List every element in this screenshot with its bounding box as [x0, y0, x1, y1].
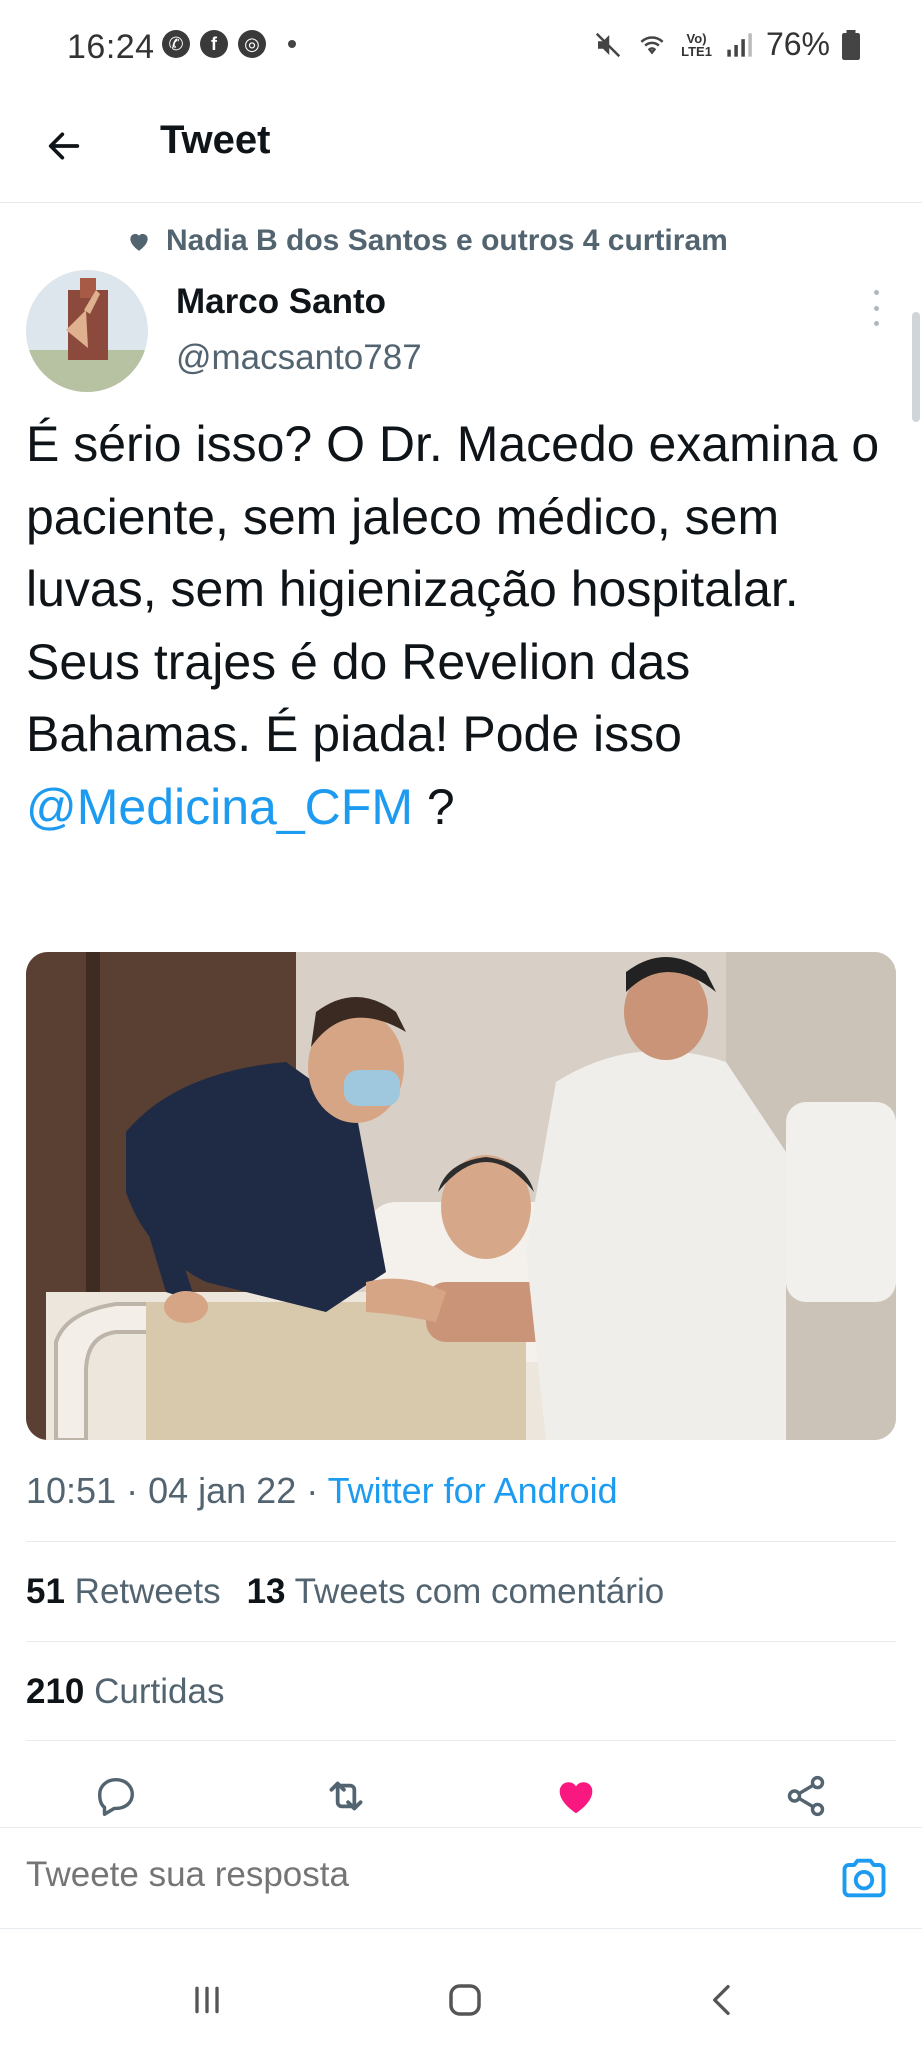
share-icon — [787, 1775, 825, 1817]
back-arrow-icon — [48, 132, 80, 160]
author-handle[interactable]: @macsanto787 — [176, 338, 422, 378]
top-app-bar: Tweet — [0, 100, 922, 203]
tweet-body: É sério isso? O Dr. Macedo examina o pac… — [26, 416, 880, 762]
signal-icon — [727, 32, 752, 57]
action-bar — [26, 1766, 896, 1826]
tweet-photo[interactable] — [26, 952, 896, 1440]
page-title: Tweet — [160, 118, 271, 162]
reply-button[interactable] — [86, 1766, 146, 1826]
retweet-button[interactable] — [316, 1766, 376, 1826]
home-button[interactable] — [430, 1970, 500, 2030]
social-context-label: Nadia B dos Santos e outros 4 curtiram — [166, 224, 728, 257]
likes-stat[interactable]: 210 Curtidas — [26, 1672, 224, 1712]
recents-icon — [195, 1986, 219, 2014]
tweet-body-end: ? — [412, 778, 455, 835]
back-nav-icon — [713, 1985, 730, 2015]
divider — [26, 1541, 896, 1542]
author-avatar[interactable] — [26, 270, 148, 392]
status-icons: Vo) LTE1 76% — [593, 26, 860, 63]
more-notifications-dot — [288, 40, 296, 48]
reply-input[interactable] — [26, 1850, 806, 1900]
status-time: 16:24 — [67, 28, 155, 66]
retweets-stat[interactable]: 51 Retweets — [26, 1572, 221, 1612]
camera-icon — [842, 1858, 886, 1898]
divider — [26, 1641, 896, 1642]
author-name[interactable]: Marco Santo — [176, 282, 386, 322]
facebook-icon: f — [200, 30, 228, 58]
heart-icon — [130, 233, 148, 251]
notification-icons: ✆ f ◎ — [162, 30, 296, 58]
more-vertical-icon — [873, 290, 879, 295]
mention-link[interactable]: @Medicina_CFM — [26, 779, 413, 835]
chrome-icon: ◎ — [238, 30, 266, 58]
retweet-icon — [329, 1781, 363, 1811]
share-button[interactable] — [776, 1766, 836, 1826]
scrollbar[interactable] — [912, 312, 920, 422]
wifi-icon — [640, 35, 664, 55]
whatsapp-icon: ✆ — [162, 30, 190, 58]
tweet-text: É sério isso? O Dr. Macedo examina o pac… — [26, 408, 906, 843]
camera-button[interactable] — [838, 1852, 890, 1904]
back-button[interactable] — [40, 122, 88, 170]
reply-composer — [0, 1827, 922, 1929]
quotes-stat[interactable]: 13 Tweets com comentário — [247, 1572, 665, 1612]
divider — [26, 1740, 896, 1741]
like-button[interactable] — [546, 1766, 606, 1826]
battery-icon — [842, 29, 860, 60]
system-nav-bar — [0, 1960, 922, 2048]
battery-level: 76% — [765, 26, 830, 62]
network-type: Vo) LTE1 — [681, 30, 712, 59]
engagement-counts: 51 Retweets 13 Tweets com comentário — [26, 1572, 664, 1612]
tweet-date: 04 jan 22 — [148, 1470, 297, 1511]
social-context[interactable]: Nadia B dos Santos e outros 4 curtiram — [126, 224, 728, 258]
tweet-meta: 10:51 · 04 jan 22 · Twitter for Android — [26, 1470, 618, 1511]
mute-icon — [595, 32, 621, 57]
home-icon — [449, 1984, 481, 2016]
hospital-photo — [26, 952, 896, 1440]
tweet-time: 10:51 — [26, 1470, 117, 1511]
more-options-button[interactable] — [868, 290, 884, 326]
tweet-source-link[interactable]: Twitter for Android — [328, 1470, 618, 1511]
recents-button[interactable] — [172, 1970, 242, 2030]
reply-icon — [97, 1777, 135, 1816]
back-nav-button[interactable] — [688, 1970, 758, 2030]
avatar-image — [26, 270, 148, 392]
like-icon — [559, 1782, 593, 1814]
